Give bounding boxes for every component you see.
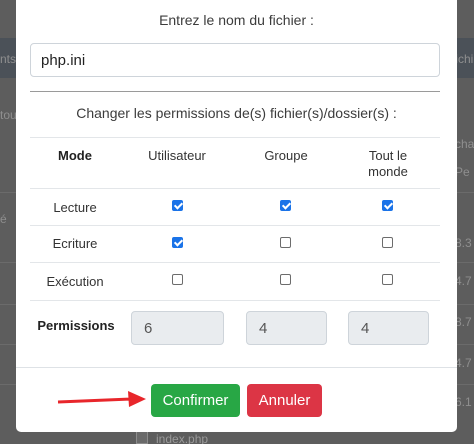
annotation-arrow-icon xyxy=(57,391,146,407)
